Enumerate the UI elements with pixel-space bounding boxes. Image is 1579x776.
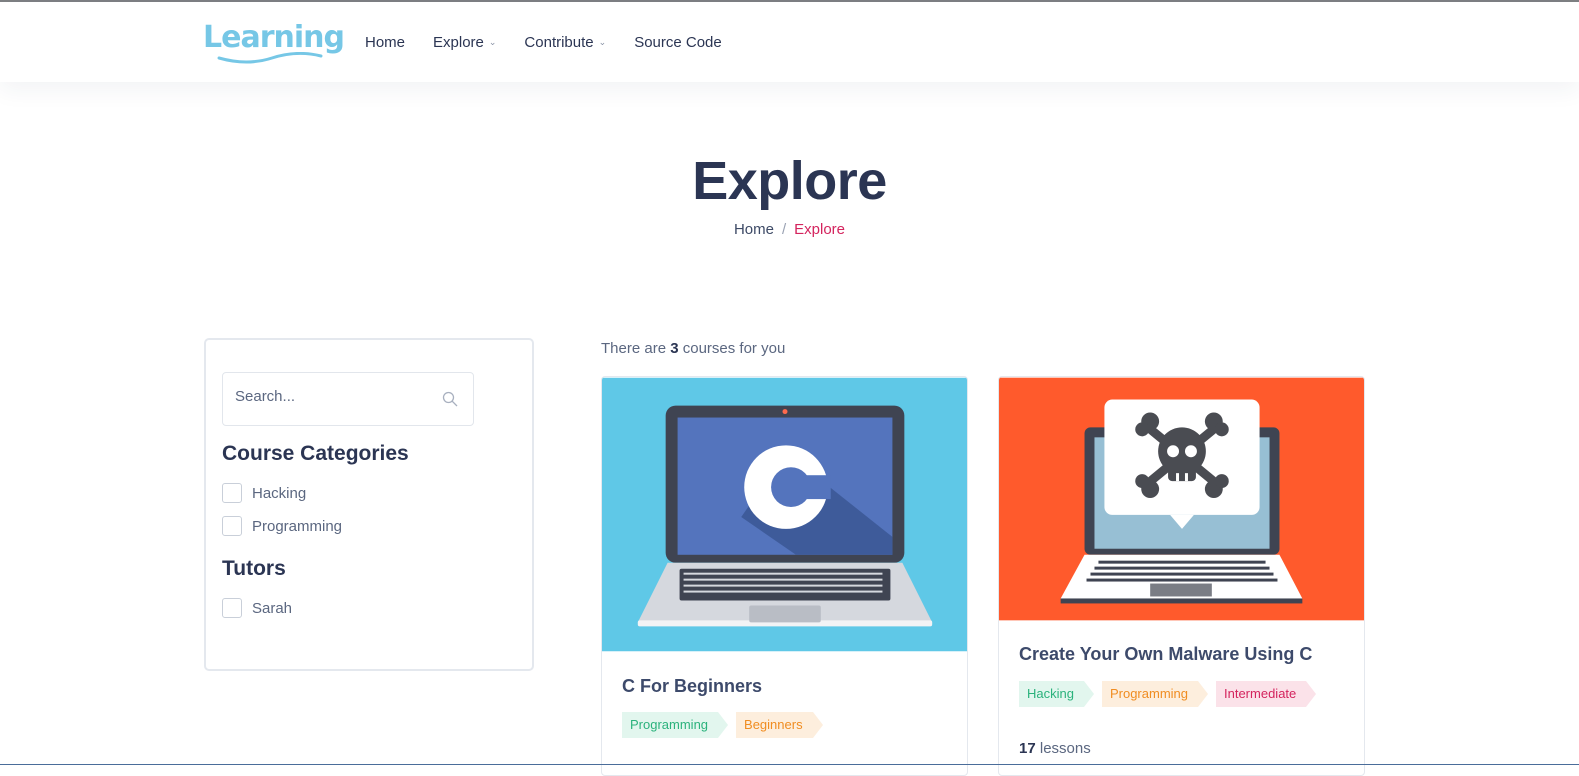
category-label: Programming (252, 517, 343, 535)
course-card[interactable]: C For Beginners Programming Beginners (601, 376, 968, 776)
checkbox[interactable] (222, 516, 242, 536)
breadcrumb-separator: / (781, 221, 787, 238)
filter-sidebar: Course Categories Hacking Programming Tu… (204, 338, 534, 671)
site-header: Learning Home Explore ⌄ Contribute ⌄ Sourc… (0, 2, 1579, 82)
category-filter-hacking[interactable]: Hacking (222, 483, 306, 503)
checkbox[interactable] (222, 598, 242, 618)
search-input[interactable] (235, 388, 435, 405)
nav-source-code[interactable]: Source Code (634, 34, 722, 51)
category-label: Hacking (252, 484, 307, 502)
checkbox[interactable] (222, 483, 242, 503)
window-bottom-border (0, 764, 1579, 765)
breadcrumb: Home / Explore (0, 221, 1579, 238)
breadcrumb-current: Explore (794, 221, 846, 238)
course-card[interactable]: Create Your Own Malware Using C Hacking … (998, 376, 1365, 776)
course-tags: Hacking Programming Intermediate (1019, 681, 1324, 707)
chevron-down-icon: ⌄ (488, 37, 497, 47)
tutor-label: Sarah (252, 599, 293, 617)
course-title[interactable]: C For Beginners (622, 676, 762, 697)
site-logo[interactable]: Learning (203, 20, 345, 55)
nav-contribute[interactable]: Contribute ⌄ (524, 34, 606, 51)
course-thumbnail-c-laptop[interactable] (602, 377, 967, 652)
categories-heading: Course Categories (222, 442, 409, 465)
search-icon[interactable] (442, 391, 458, 407)
lessons-count: 17 lessons (1019, 740, 1091, 757)
tutors-heading: Tutors (222, 557, 286, 580)
tag-programming[interactable]: Programming (622, 712, 729, 738)
nav-home[interactable]: Home (365, 34, 405, 51)
results-count: There are 3 courses for you (601, 340, 786, 357)
search-box (222, 372, 474, 426)
breadcrumb-home[interactable]: Home (734, 221, 774, 238)
nav-explore[interactable]: Explore ⌄ (433, 34, 496, 51)
tag-beginners[interactable]: Beginners (736, 712, 823, 738)
tutor-filter-sarah[interactable]: Sarah (222, 598, 292, 618)
page-title: Explore (692, 151, 887, 211)
tag-intermediate[interactable]: Intermediate (1216, 681, 1317, 707)
tag-programming[interactable]: Programming (1101, 681, 1209, 707)
logo-swoosh-icon (217, 52, 323, 64)
category-filter-programming[interactable]: Programming (222, 516, 342, 536)
tag-hacking[interactable]: Hacking (1019, 681, 1094, 707)
course-tags: Programming Beginners (622, 712, 831, 738)
main-nav: Home Explore ⌄ Contribute ⌄ Source Code (365, 34, 750, 51)
course-title[interactable]: Create Your Own Malware Using C (1019, 644, 1312, 665)
results-number: 3 (670, 340, 679, 357)
chevron-down-icon: ⌄ (598, 37, 607, 47)
course-thumbnail-malware-laptop[interactable] (999, 377, 1364, 621)
